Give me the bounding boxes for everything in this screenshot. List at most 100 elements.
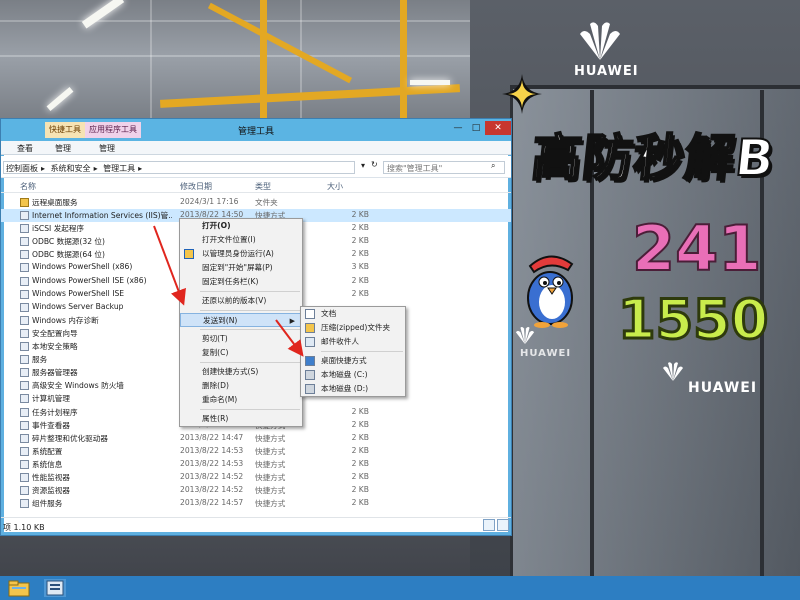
column-header-type[interactable]: 类型: [255, 181, 271, 192]
column-header-size[interactable]: 大小: [327, 181, 343, 192]
shortcut-icon: [20, 224, 29, 234]
send-to-item-label: 文档: [321, 309, 337, 318]
context-menu-item-label: 发送到(N): [203, 316, 238, 325]
context-menu-item[interactable]: 固定到任务栏(K): [180, 275, 302, 289]
file-size: 2 KB: [351, 275, 369, 285]
maximize-button[interactable]: □: [467, 121, 485, 135]
context-menu-item[interactable]: 打开(O): [180, 219, 302, 233]
file-size: 2 KB: [351, 223, 369, 233]
penguin-mascot-icon: [527, 255, 574, 328]
file-name: ODBC 数据源(64 位): [32, 250, 105, 260]
ribbon-tab-manage[interactable]: 管理: [55, 143, 71, 154]
close-button[interactable]: ✕: [485, 121, 511, 135]
context-menu-item[interactable]: 删除(D): [180, 379, 302, 393]
send-to-item-label: 本地磁盘 (D:): [321, 384, 369, 393]
breadcrumb-system-security[interactable]: 系统和安全: [51, 164, 91, 173]
shortcut-icon: [20, 276, 29, 286]
shortcut-icon: [20, 368, 29, 378]
search-icon[interactable]: ⌕: [491, 161, 495, 171]
column-header-date[interactable]: 修改日期: [180, 181, 212, 192]
shortcut-icon: [20, 446, 29, 456]
large-icons-view-icon[interactable]: [497, 519, 509, 531]
file-explorer-taskbar-icon[interactable]: [8, 579, 30, 597]
ribbon-tabs: 查看 管理 管理: [1, 141, 511, 155]
file-type: 快捷方式: [255, 433, 286, 443]
file-name: 远程桌面服务: [32, 198, 78, 207]
context-menu-item[interactable]: 剪切(T): [180, 332, 302, 346]
file-name: iSCSI 发起程序: [32, 224, 85, 234]
menu-separator: [200, 329, 300, 330]
breadcrumb-control-panel[interactable]: 控制面板: [6, 164, 38, 173]
file-name: Windows PowerShell ISE: [32, 288, 125, 298]
file-row[interactable]: 系统信息 2013/8/22 14:53 快捷方式 2 KB: [1, 458, 511, 471]
shortcut-icon: [20, 315, 29, 325]
shortcut-icon: [20, 263, 29, 273]
file-name: 高级安全 Windows 防火墙: [32, 381, 124, 391]
file-name: 系统信息: [32, 459, 63, 469]
shortcut-icon: [20, 302, 29, 312]
breadcrumb-separator-icon: ▸: [138, 164, 143, 173]
details-view-icon[interactable]: [483, 519, 495, 531]
file-size: 3 KB: [351, 262, 369, 272]
search-input[interactable]: 搜索"管理工具": [383, 161, 505, 174]
desktop-shortcut-icon: [305, 356, 315, 366]
ceiling-beam: [260, 0, 267, 118]
minimize-button[interactable]: —: [449, 121, 467, 135]
shortcut-icon: [20, 342, 29, 352]
file-date: 2013/8/22 14:53: [180, 445, 244, 455]
context-menu-item[interactable]: 发送到(N) ▶: [180, 313, 302, 327]
file-row[interactable]: 碎片整理和优化驱动器 2013/8/22 14:47 快捷方式 2 KB: [1, 432, 511, 445]
context-menu-item[interactable]: 创建快捷方式(S): [180, 365, 302, 379]
ribbon-tab-manage-app[interactable]: 管理: [99, 143, 115, 154]
send-to-item[interactable]: 桌面快捷方式: [301, 354, 405, 368]
file-size: 2 KB: [351, 249, 369, 259]
shortcut-icon: [20, 499, 29, 509]
send-to-item[interactable]: 本地磁盘 (D:): [301, 382, 405, 396]
context-menu-item-label: 删除(D): [202, 381, 229, 390]
ribbon-tab-view[interactable]: 查看: [17, 143, 33, 154]
title-bar[interactable]: 快捷工具 应用程序工具 管理工具 — □ ✕: [1, 119, 511, 141]
file-row[interactable]: 远程桌面服务 2024/3/1 17:16 文件夹: [1, 196, 511, 209]
file-row[interactable]: 资源监视器 2013/8/22 14:52 快捷方式 2 KB: [1, 484, 511, 497]
file-name: 计算机管理: [32, 394, 70, 404]
context-menu-item[interactable]: 属性(R): [180, 412, 302, 426]
file-row[interactable]: 组件服务 2013/8/22 14:57 快捷方式 2 KB: [1, 497, 511, 510]
context-menu-item[interactable]: 重命名(M): [180, 393, 302, 407]
file-row[interactable]: 性能监视器 2013/8/22 14:52 快捷方式 2 KB: [1, 471, 511, 484]
dropdown-chevron-icon[interactable]: ▾: [361, 161, 365, 170]
file-date: 2013/8/22 14:57: [180, 498, 244, 508]
overlay-number-241: 241: [631, 211, 762, 286]
context-menu-item[interactable]: 打开文件位置(I): [180, 233, 302, 247]
file-date: 2013/8/22 14:52: [180, 471, 244, 481]
send-to-item[interactable]: 压缩(zipped)文件夹: [301, 321, 405, 335]
overlay-number-1550: 1550: [616, 287, 769, 353]
mail-recipient-icon: [305, 337, 315, 347]
file-type: 快捷方式: [255, 472, 286, 482]
zip-folder-icon: [305, 323, 315, 333]
send-to-item[interactable]: 邮件收件人: [301, 335, 405, 349]
file-name: 性能监视器: [32, 472, 70, 482]
huawei-logo-mark-small: [515, 327, 535, 345]
send-to-submenu: 文档压缩(zipped)文件夹 邮件收件人桌面快捷方式 本地磁盘 (C:) 本地磁盘 …: [300, 306, 406, 397]
context-menu-item-label: 固定到任务栏(K): [202, 277, 259, 286]
context-menu-item[interactable]: 固定到"开始"屏幕(P): [180, 261, 302, 275]
shortcut-icon: [20, 459, 29, 469]
send-to-item[interactable]: 文档: [301, 307, 405, 321]
document-icon: [305, 309, 315, 319]
file-name: 本地安全策略: [32, 342, 78, 352]
context-menu-item[interactable]: 以管理员身份运行(A): [180, 247, 302, 261]
server-manager-taskbar-icon[interactable]: [44, 579, 66, 597]
breadcrumb[interactable]: 控制面板 ▸ 系统和安全 ▸ 管理工具 ▸: [3, 161, 355, 174]
file-name: 任务计划程序: [32, 407, 78, 417]
refresh-icon[interactable]: ↻: [371, 160, 378, 169]
file-name: Windows PowerShell (x86): [32, 262, 133, 272]
context-menu-item[interactable]: 还原以前的版本(V): [180, 294, 302, 308]
file-type: 快捷方式: [255, 486, 286, 496]
breadcrumb-admin-tools[interactable]: 管理工具: [103, 164, 135, 173]
send-to-item[interactable]: 本地磁盘 (C:): [301, 368, 405, 382]
context-menu-item[interactable]: 复制(C): [180, 346, 302, 360]
column-header-name[interactable]: 名称: [20, 181, 36, 192]
file-name: 安全配置向导: [32, 328, 78, 338]
shortcut-icon: [20, 394, 29, 404]
file-row[interactable]: 系统配置 2013/8/22 14:53 快捷方式 2 KB: [1, 445, 511, 458]
